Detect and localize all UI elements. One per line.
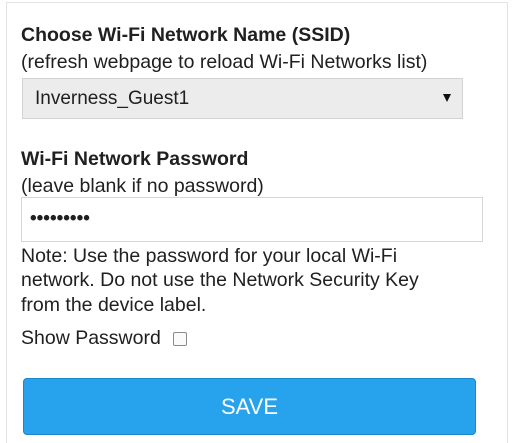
password-note: Note: Use the password for your local Wi…: [21, 244, 491, 317]
dropdown-arrow-icon: [443, 94, 451, 102]
show-password-label: Show Password: [21, 327, 161, 349]
password-note-line: network. Do not use the Network Security…: [21, 269, 419, 292]
password-masked-value: •••••••••: [30, 208, 90, 229]
password-note-line: Note: Use the password for your local Wi…: [21, 245, 398, 267]
password-title: Wi-Fi Network Password: [21, 148, 249, 170]
show-password-checkbox[interactable]: [172, 331, 187, 346]
password-note-line: from the device label.: [21, 293, 207, 316]
password-hint: (leave blank if no password): [21, 175, 264, 197]
ssid-title: Choose Wi-Fi Network Name (SSID): [21, 24, 351, 46]
save-button[interactable]: SAVE: [23, 378, 476, 435]
password-input[interactable]: •••••••••: [21, 197, 483, 242]
ssid-select-value: Inverness_Guest1: [35, 88, 190, 109]
show-password-row: Show Password: [21, 327, 187, 350]
ssid-select[interactable]: Inverness_Guest1: [22, 78, 463, 119]
ssid-hint: (refresh webpage to reload Wi-Fi Network…: [21, 51, 428, 73]
